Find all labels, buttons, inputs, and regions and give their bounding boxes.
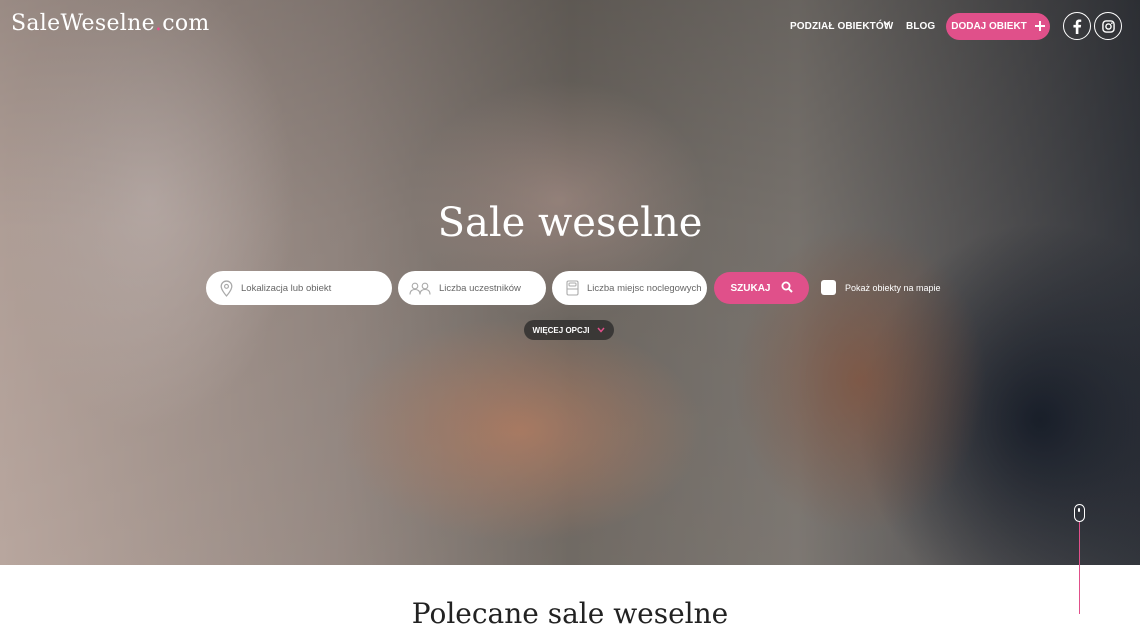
nav-blog[interactable]: BLOG xyxy=(906,21,935,32)
plus-icon xyxy=(1034,19,1045,34)
location-placeholder: Lokalizacja lub obiekt xyxy=(241,282,332,294)
scroll-indicator-line xyxy=(1079,522,1080,614)
guests-placeholder: Liczba uczestników xyxy=(439,282,521,294)
hero-title: Sale weselne xyxy=(437,200,703,246)
featured-section-title: Polecane sale weselne xyxy=(411,597,729,630)
site-logo[interactable]: SaleWeselne.com xyxy=(11,11,210,36)
bed-icon xyxy=(566,280,579,296)
location-input[interactable]: Lokalizacja lub obiekt xyxy=(206,271,392,305)
beds-input[interactable]: Liczba miejsc noclegowych xyxy=(552,271,707,305)
show-map-label[interactable]: Pokaż obiekty na mapie xyxy=(845,283,941,293)
chevron-down-icon xyxy=(597,326,606,335)
show-map-checkbox[interactable] xyxy=(821,280,836,295)
people-icon xyxy=(409,282,431,295)
more-options-button[interactable]: WIĘCEJ OPCJI xyxy=(524,320,614,340)
beds-placeholder: Liczba miejsc noclegowych xyxy=(587,282,702,294)
logo-main: SaleWeselne xyxy=(11,11,155,36)
search-button[interactable]: SZUKAJ xyxy=(714,272,809,304)
search-button-label: SZUKAJ xyxy=(730,282,771,294)
chevron-down-icon[interactable] xyxy=(883,19,891,29)
hero-section: SaleWeselne.com PODZIAŁ OBIEKTÓW BLOG DO… xyxy=(0,0,1140,565)
add-object-label: DODAJ OBIEKT xyxy=(951,21,1027,32)
more-options-label: WIĘCEJ OPCJI xyxy=(532,325,590,335)
add-object-button[interactable]: DODAJ OBIEKT xyxy=(946,13,1050,40)
search-icon xyxy=(781,281,793,296)
scroll-mouse-icon[interactable] xyxy=(1074,504,1085,522)
facebook-icon[interactable] xyxy=(1063,12,1091,40)
location-pin-icon xyxy=(220,279,233,297)
logo-tld: com xyxy=(162,11,210,36)
instagram-icon[interactable] xyxy=(1094,12,1122,40)
guests-input[interactable]: Liczba uczestników xyxy=(398,271,546,305)
nav-podzial-obiektow[interactable]: PODZIAŁ OBIEKTÓW xyxy=(790,21,893,32)
